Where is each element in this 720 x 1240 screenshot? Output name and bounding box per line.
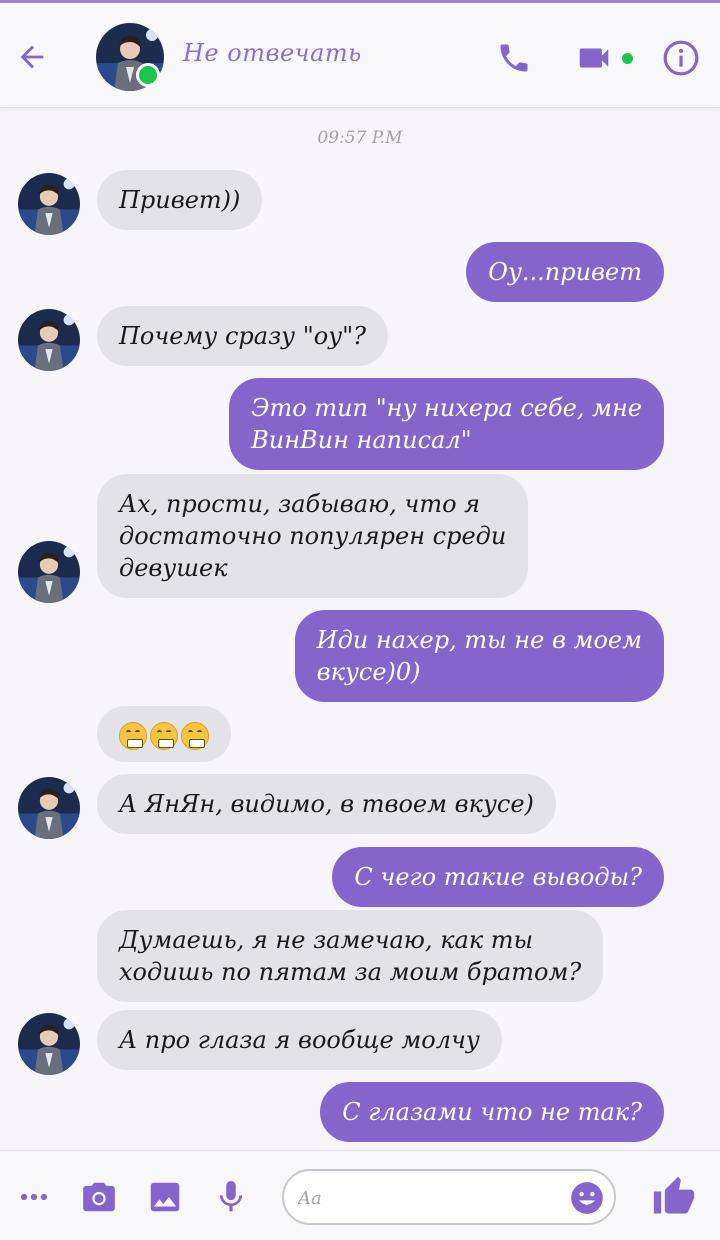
like-button[interactable] <box>650 1173 698 1221</box>
phone-icon <box>500 44 528 72</box>
video-camera-icon <box>579 48 609 68</box>
incoming-message-bubble[interactable]: Ах, прости, забываю, что я достаточно по… <box>97 474 529 598</box>
camera-icon <box>83 1182 115 1212</box>
video-call-button[interactable] <box>572 36 616 80</box>
sender-avatar[interactable] <box>18 541 80 603</box>
incoming-message-bubble[interactable]: Привет)) <box>97 170 263 230</box>
incoming-message-bubble[interactable]: Почему сразу "оу"? <box>97 306 389 366</box>
back-button[interactable] <box>10 35 54 79</box>
gallery-button[interactable] <box>143 1175 187 1219</box>
incoming-message-bubble[interactable]: Думаешь, я не замечаю, как ты ходишь по … <box>97 910 604 1002</box>
voice-call-button[interactable] <box>492 36 536 80</box>
message-text: достаточно популярен среди <box>119 522 507 550</box>
microphone-icon <box>219 1181 243 1212</box>
message-text: вкусе)0) <box>316 658 421 686</box>
arrow-left-icon <box>20 45 44 69</box>
sender-avatar[interactable] <box>18 309 80 371</box>
message-text: девушек <box>119 554 228 582</box>
more-dots-icon <box>20 1193 48 1201</box>
smiley-icon <box>571 1182 603 1214</box>
incoming-message-bubble[interactable]: А ЯнЯн, видимо, в твоем вкусе) <box>97 774 556 834</box>
message-text: ходишь по пятам за моим братом? <box>119 958 582 986</box>
sender-avatar[interactable] <box>18 173 80 235</box>
message-text: Привет)) <box>119 186 241 214</box>
emoji-row <box>119 718 209 750</box>
outgoing-message-bubble[interactable]: Оу...привет <box>466 242 664 302</box>
thumbs-up-icon <box>653 1176 695 1214</box>
message-text: Оу...привет <box>488 258 642 286</box>
message-text: Иди нахер, ты не в моем <box>316 626 642 654</box>
grimacing-face-icon <box>119 722 147 750</box>
message-text: Ах, прости, забываю, что я <box>119 490 481 518</box>
chat-header: Не отвечать <box>0 0 720 108</box>
image-icon <box>150 1182 180 1212</box>
outgoing-message-bubble[interactable]: С глазами что не так? <box>320 1082 664 1142</box>
contact-name[interactable]: Не отвечать <box>183 39 362 67</box>
camera-button[interactable] <box>77 1175 121 1219</box>
message-text: Это тип "ну нихера себе, мне <box>251 394 642 422</box>
message-text: А ЯнЯн, видимо, в твоем вкусе) <box>119 790 534 818</box>
contact-avatar[interactable] <box>96 23 164 91</box>
emoji-picker-button[interactable] <box>568 1179 606 1217</box>
message-input[interactable] <box>298 1181 558 1215</box>
incoming-message-bubble[interactable]: А про глаза я вообще молчу <box>97 1010 502 1070</box>
outgoing-message-bubble[interactable]: Это тип "ну нихера себе, мне ВинВин напи… <box>229 378 664 470</box>
grimacing-face-icon <box>181 722 209 750</box>
message-text: Почему сразу "оу"? <box>119 322 367 350</box>
composer-bar <box>0 1150 720 1240</box>
sender-avatar[interactable] <box>18 777 80 839</box>
outgoing-message-bubble[interactable]: С чего такие выводы? <box>332 847 664 907</box>
message-text: А про глаза я вообще молчу <box>119 1026 480 1054</box>
voice-message-button[interactable] <box>209 1175 253 1219</box>
more-actions-button[interactable] <box>12 1175 56 1219</box>
outgoing-message-bubble[interactable]: Иди нахер, ты не в моем вкусе)0) <box>294 610 664 702</box>
messenger-chat-screen: Не отвечать 09:57 P.M Привет)) Оу...прив… <box>0 0 720 1240</box>
info-icon <box>663 40 699 76</box>
message-text: С глазами что не так? <box>342 1098 642 1126</box>
sender-avatar[interactable] <box>18 1013 80 1075</box>
message-text: Думаешь, я не замечаю, как ты <box>119 926 534 954</box>
online-status-dot <box>136 63 160 87</box>
message-text: ВинВин написал" <box>251 426 472 454</box>
incoming-emoji-bubble[interactable] <box>97 706 231 762</box>
grimacing-face-icon <box>150 722 178 750</box>
message-timestamp: 09:57 P.M <box>317 128 403 148</box>
chat-info-button[interactable] <box>659 36 703 80</box>
message-text: С чего такие выводы? <box>354 863 642 891</box>
message-composer <box>282 1169 616 1225</box>
video-active-dot <box>622 53 633 64</box>
